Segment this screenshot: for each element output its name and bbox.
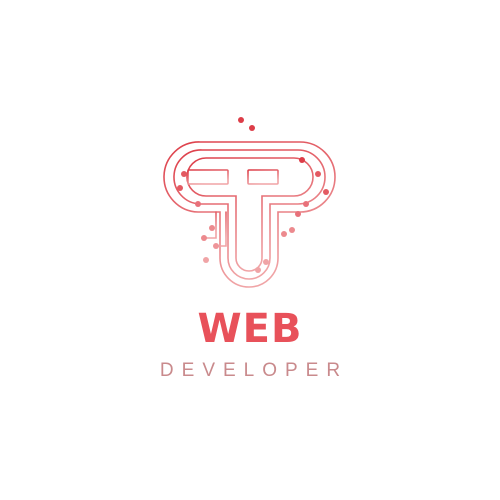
logo-title: WEB xyxy=(197,306,303,352)
circuit-traces xyxy=(163,119,336,288)
circuit-t-emblem-icon xyxy=(163,117,336,288)
logo-canvas: WEB DEVELOPER xyxy=(0,0,500,500)
logo-subtitle: DEVELOPER xyxy=(159,360,349,381)
